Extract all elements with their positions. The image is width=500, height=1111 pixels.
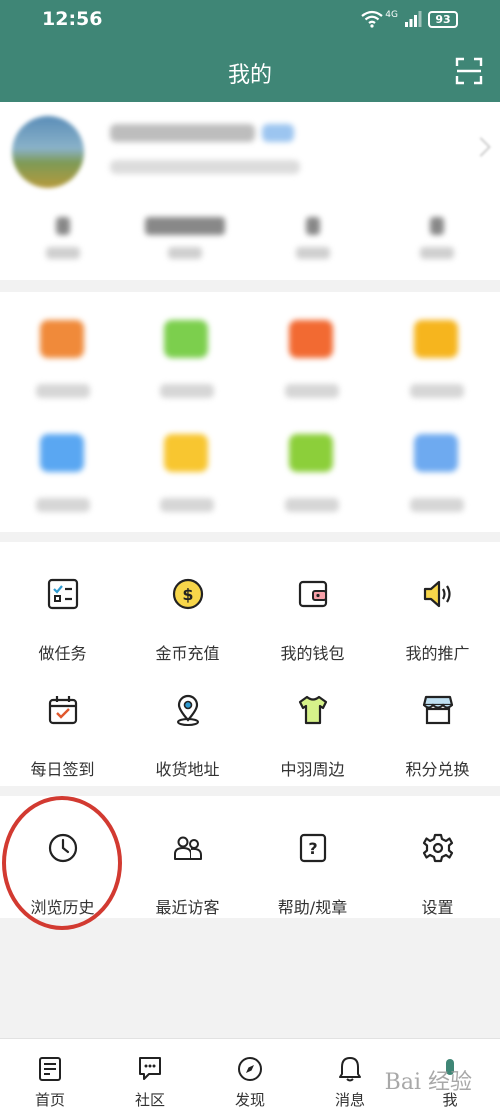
status-icons: 4G 93 <box>361 10 458 28</box>
tab-home[interactable]: 首页 <box>0 1039 100 1111</box>
blurred-feature-icon[interactable] <box>164 320 208 358</box>
blurred-feature-icon[interactable] <box>40 320 84 358</box>
service-label: 做任务 <box>38 644 87 663</box>
stat-item[interactable] <box>392 217 482 259</box>
blurred-feature-icon[interactable] <box>40 434 84 472</box>
calendar-check-icon <box>43 690 83 730</box>
blurred-feature-label <box>410 498 464 512</box>
tools-grid: 浏览历史 最近访客 ? 帮助/规章 设置 <box>0 796 500 918</box>
home-doc-icon <box>39 1057 61 1081</box>
service-points-exchange[interactable]: 积分兑换 <box>375 690 500 780</box>
bio-blurred <box>110 160 300 174</box>
tab-discover[interactable]: 发现 <box>200 1039 300 1111</box>
service-label: 每日签到 <box>30 760 95 779</box>
watermark: Bai 经验 <box>384 1070 472 1095</box>
tshirt-icon <box>293 690 333 730</box>
blurred-feature-label <box>160 498 214 512</box>
stat-item[interactable] <box>18 217 108 259</box>
profile-card[interactable] <box>0 102 500 280</box>
service-merch[interactable]: 中羽周边 <box>250 690 375 780</box>
task-list-icon <box>43 574 83 614</box>
blurred-feature-icon[interactable] <box>289 434 333 472</box>
service-label: 金币充值 <box>155 644 220 663</box>
level-badge-blurred <box>262 124 294 142</box>
blurred-feature-label <box>410 384 464 398</box>
visitors-icon <box>168 828 208 868</box>
network-type: 4G <box>385 10 398 20</box>
service-promotion[interactable]: 我的推广 <box>375 574 500 664</box>
svg-text:$: $ <box>182 585 193 604</box>
service-label: 收货地址 <box>155 760 220 779</box>
tool-browse-history[interactable]: 浏览历史 <box>0 828 125 918</box>
avatar[interactable] <box>12 116 84 188</box>
service-label: 我的推广 <box>405 644 470 663</box>
service-wallet[interactable]: 我的钱包 <box>250 574 375 664</box>
tab-label: 首页 <box>34 1091 65 1109</box>
speaker-icon <box>418 574 458 614</box>
services-grid: 做任务 $ 金币充值 我的钱包 我的推广 每日签到 收货地址 中羽周边 积分兑换 <box>0 542 500 786</box>
community-chat-icon <box>139 1057 161 1080</box>
svg-text:?: ? <box>308 839 317 858</box>
wallet-icon <box>293 574 333 614</box>
blurred-feature-label <box>36 384 90 398</box>
blurred-feature-label <box>160 384 214 398</box>
help-icon: ? <box>293 828 333 868</box>
status-time: 12:56 <box>42 8 103 30</box>
tool-label: 帮助/规章 <box>277 898 348 917</box>
tool-label: 设置 <box>421 898 454 917</box>
service-daily-checkin[interactable]: 每日签到 <box>0 690 125 780</box>
blurred-feature-icon[interactable] <box>164 434 208 472</box>
service-address[interactable]: 收货地址 <box>125 690 250 780</box>
tool-label: 最近访客 <box>155 898 220 917</box>
service-coin-recharge[interactable]: $ 金币充值 <box>125 574 250 664</box>
status-bar: 12:56 4G 93 <box>0 0 500 40</box>
coin-icon: $ <box>168 574 208 614</box>
store-icon <box>418 690 458 730</box>
compass-icon <box>238 1057 262 1081</box>
service-label: 我的钱包 <box>280 644 345 663</box>
blurred-feature-icon[interactable] <box>414 434 458 472</box>
chevron-right-icon <box>471 137 491 157</box>
blurred-feature-grid <box>0 292 500 532</box>
tool-label: 浏览历史 <box>30 898 95 917</box>
location-pin-icon <box>168 690 208 730</box>
blurred-feature-label <box>285 498 339 512</box>
tool-settings[interactable]: 设置 <box>375 828 500 918</box>
blurred-feature-icon[interactable] <box>414 320 458 358</box>
tab-label: 社区 <box>134 1091 165 1109</box>
app-header: 我的 <box>0 40 500 102</box>
bell-icon <box>339 1057 361 1082</box>
battery-icon: 93 <box>428 10 458 28</box>
gear-icon <box>418 828 458 868</box>
username-blurred <box>110 124 255 142</box>
stat-item[interactable] <box>268 217 358 259</box>
wifi-icon <box>361 10 383 28</box>
blurred-feature-label <box>36 498 90 512</box>
service-task[interactable]: 做任务 <box>0 574 125 664</box>
service-label: 中羽周边 <box>280 760 345 779</box>
signal-icon <box>405 11 422 27</box>
tool-recent-visitors[interactable]: 最近访客 <box>125 828 250 918</box>
blurred-feature-label <box>285 384 339 398</box>
tab-label: 发现 <box>234 1091 265 1109</box>
blurred-feature-icon[interactable] <box>289 320 333 358</box>
scan-icon[interactable] <box>454 56 484 86</box>
tab-community[interactable]: 社区 <box>100 1039 200 1111</box>
stat-item[interactable] <box>140 217 230 259</box>
service-label: 积分兑换 <box>405 760 470 779</box>
page-title: 我的 <box>227 63 272 88</box>
tool-help-rules[interactable]: ? 帮助/规章 <box>250 828 375 918</box>
clock-icon <box>43 828 83 868</box>
